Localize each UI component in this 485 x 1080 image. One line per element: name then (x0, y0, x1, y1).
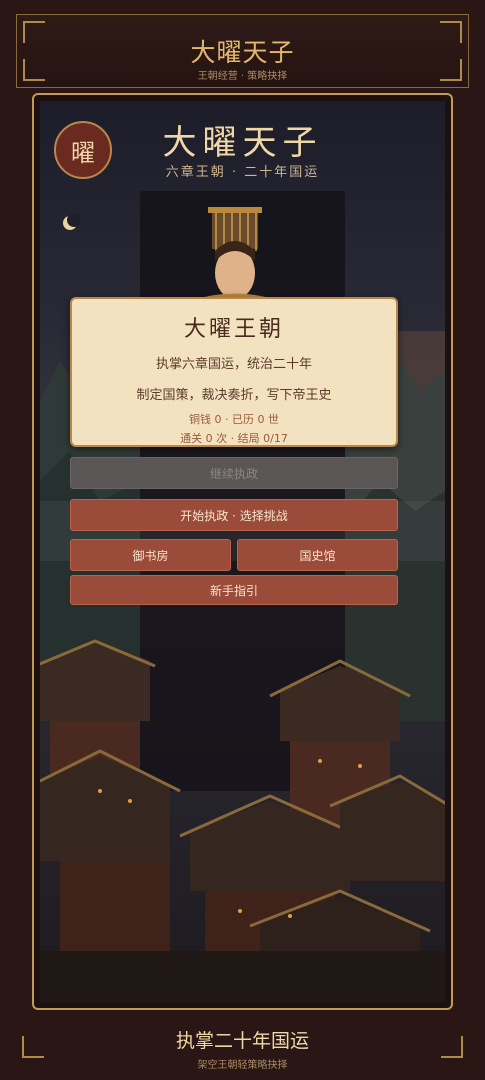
start-button[interactable]: 开始执政 · 选择挑战 (70, 499, 398, 531)
card-stats-progress: 通关 0 次 · 结局 0/17 (180, 432, 288, 445)
card-description-2: 制定国策，裁决奏折，写下帝王史 (136, 388, 332, 403)
card-description: 执掌六章国运，统治二十年 (155, 357, 312, 372)
header-title: 大曜天子 (190, 38, 295, 67)
dynasty-info-card: 大曜王朝 执掌六章国运，统治二十年 制定国策，裁决奏折，写下帝王史 铜钱 0 ·… (70, 297, 398, 447)
scene-subtitle: 六章王朝 · 二十年国运 (165, 165, 320, 180)
main-frame: 曜 大曜天子 六章王朝 · 二十年国运 大曜王朝 执掌六章国运，统治二十年 制定… (32, 93, 453, 1010)
scene-title: 大曜天子 (162, 123, 323, 163)
footer-subtitle: 架空王朝轻策略抉择 (197, 1060, 288, 1071)
palace-scene: 曜 大曜天子 六章王朝 · 二十年国运 大曜王朝 执掌六章国运，统治二十年 制定… (40, 101, 445, 1002)
footer-title: 执掌二十年国运 (175, 1030, 309, 1052)
card-stats-coins: 铜钱 0 · 已历 0 世 (189, 413, 279, 426)
guide-button[interactable]: 新手指引 (70, 575, 398, 605)
continue-button[interactable]: 继续执政 (70, 457, 398, 489)
study-button[interactable]: 御书房 (70, 539, 231, 571)
header-subtitle: 王朝经营 · 策略抉择 (197, 71, 288, 82)
history-button[interactable]: 国史馆 (237, 539, 398, 571)
card-title: 大曜王朝 (183, 317, 284, 342)
top-header: 大曜天子 王朝经营 · 策略抉择 (16, 14, 469, 88)
